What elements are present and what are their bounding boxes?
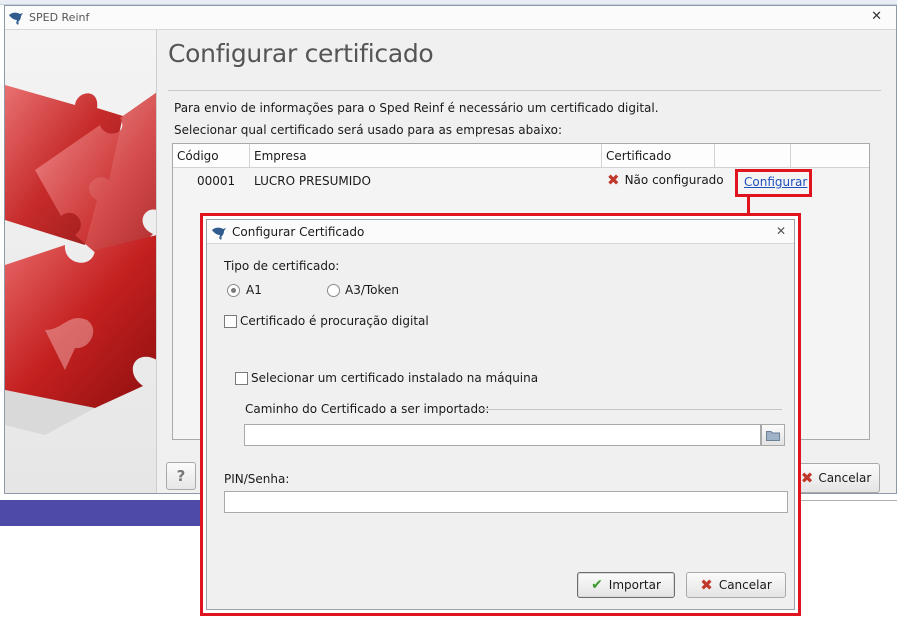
procuracao-checkbox[interactable]	[224, 315, 237, 328]
dialog-title: Configurar Certificado	[232, 225, 365, 239]
title-divider	[168, 90, 881, 91]
radio-a1[interactable]	[227, 284, 240, 297]
taskbar-strip	[0, 500, 200, 526]
cell-codigo: 00001	[197, 174, 236, 188]
column-header-codigo[interactable]: Código	[173, 144, 250, 168]
installed-cert-label[interactable]: Selecionar um certificado instalado na m…	[251, 371, 538, 385]
cancel-x-icon: ✖	[700, 576, 713, 594]
importar-button[interactable]: ✔ Importar	[577, 572, 675, 598]
cell-certificado-status: ✖ Não configurado	[607, 171, 724, 189]
dialog-cancel-label: Cancelar	[718, 578, 772, 592]
puzzle-banner	[5, 30, 157, 493]
certificado-status-text: Não configurado	[624, 173, 724, 187]
check-icon: ✔	[591, 577, 603, 593]
dialog-highlight-frame: Configurar Certificado ✕ Tipo de certifi…	[200, 213, 801, 616]
pin-label: PIN/Senha:	[224, 472, 290, 486]
column-header-extra	[791, 144, 869, 168]
table-header: Código Empresa Certificado	[173, 144, 869, 168]
pin-input[interactable]	[224, 491, 788, 513]
radio-a1-label[interactable]: A1	[246, 283, 262, 297]
main-cancel-button[interactable]: ✖ Cancelar	[792, 463, 880, 493]
cancel-x-icon: ✖	[800, 469, 814, 487]
main-close-icon[interactable]: ✕	[871, 9, 882, 24]
x-icon: ✖	[607, 171, 620, 189]
intro-text-line-2: Selecionar qual certificado será usado p…	[174, 123, 563, 137]
bird-logo-icon	[212, 227, 226, 240]
installed-cert-checkbox[interactable]	[235, 372, 248, 385]
puzzle-pieces-image	[5, 85, 156, 435]
bird-logo-icon	[9, 12, 23, 25]
column-header-action	[715, 144, 791, 168]
configurar-certificado-dialog: Configurar Certificado ✕ Tipo de certifi…	[206, 219, 795, 610]
radio-a3-token[interactable]	[327, 284, 340, 297]
column-header-certificado[interactable]: Certificado	[602, 144, 715, 168]
configurar-link-highlight: Configurar	[735, 169, 812, 197]
cert-type-label: Tipo de certificado:	[224, 259, 340, 273]
dialog-titlebar: Configurar Certificado ✕	[207, 220, 794, 244]
dialog-close-icon[interactable]: ✕	[776, 224, 786, 238]
dialog-cancel-button[interactable]: ✖ Cancelar	[686, 572, 786, 598]
main-cancel-label: Cancelar	[818, 471, 872, 485]
background-divider	[800, 500, 897, 501]
procuracao-label[interactable]: Certificado é procuração digital	[240, 314, 429, 328]
main-window-title: SPED Reinf	[29, 11, 90, 24]
help-button[interactable]: ?	[166, 462, 196, 490]
highlight-connector	[747, 196, 750, 213]
radio-a3-token-label[interactable]: A3/Token	[345, 283, 399, 297]
cell-empresa: LUCRO PRESUMIDO	[254, 174, 371, 188]
cert-path-label: Caminho do Certificado a ser importado:	[245, 402, 490, 416]
cert-path-separator	[479, 409, 782, 410]
main-titlebar: SPED Reinf ✕	[5, 6, 896, 30]
column-header-empresa[interactable]: Empresa	[250, 144, 602, 168]
page-title: Configurar certificado	[168, 39, 434, 68]
intro-text-line-1: Para envio de informações para o Sped Re…	[174, 101, 659, 115]
cert-path-input[interactable]	[244, 424, 761, 446]
folder-icon	[766, 430, 780, 441]
importar-label: Importar	[608, 578, 661, 592]
browse-button[interactable]	[761, 424, 785, 446]
configurar-link[interactable]: Configurar	[744, 175, 807, 189]
